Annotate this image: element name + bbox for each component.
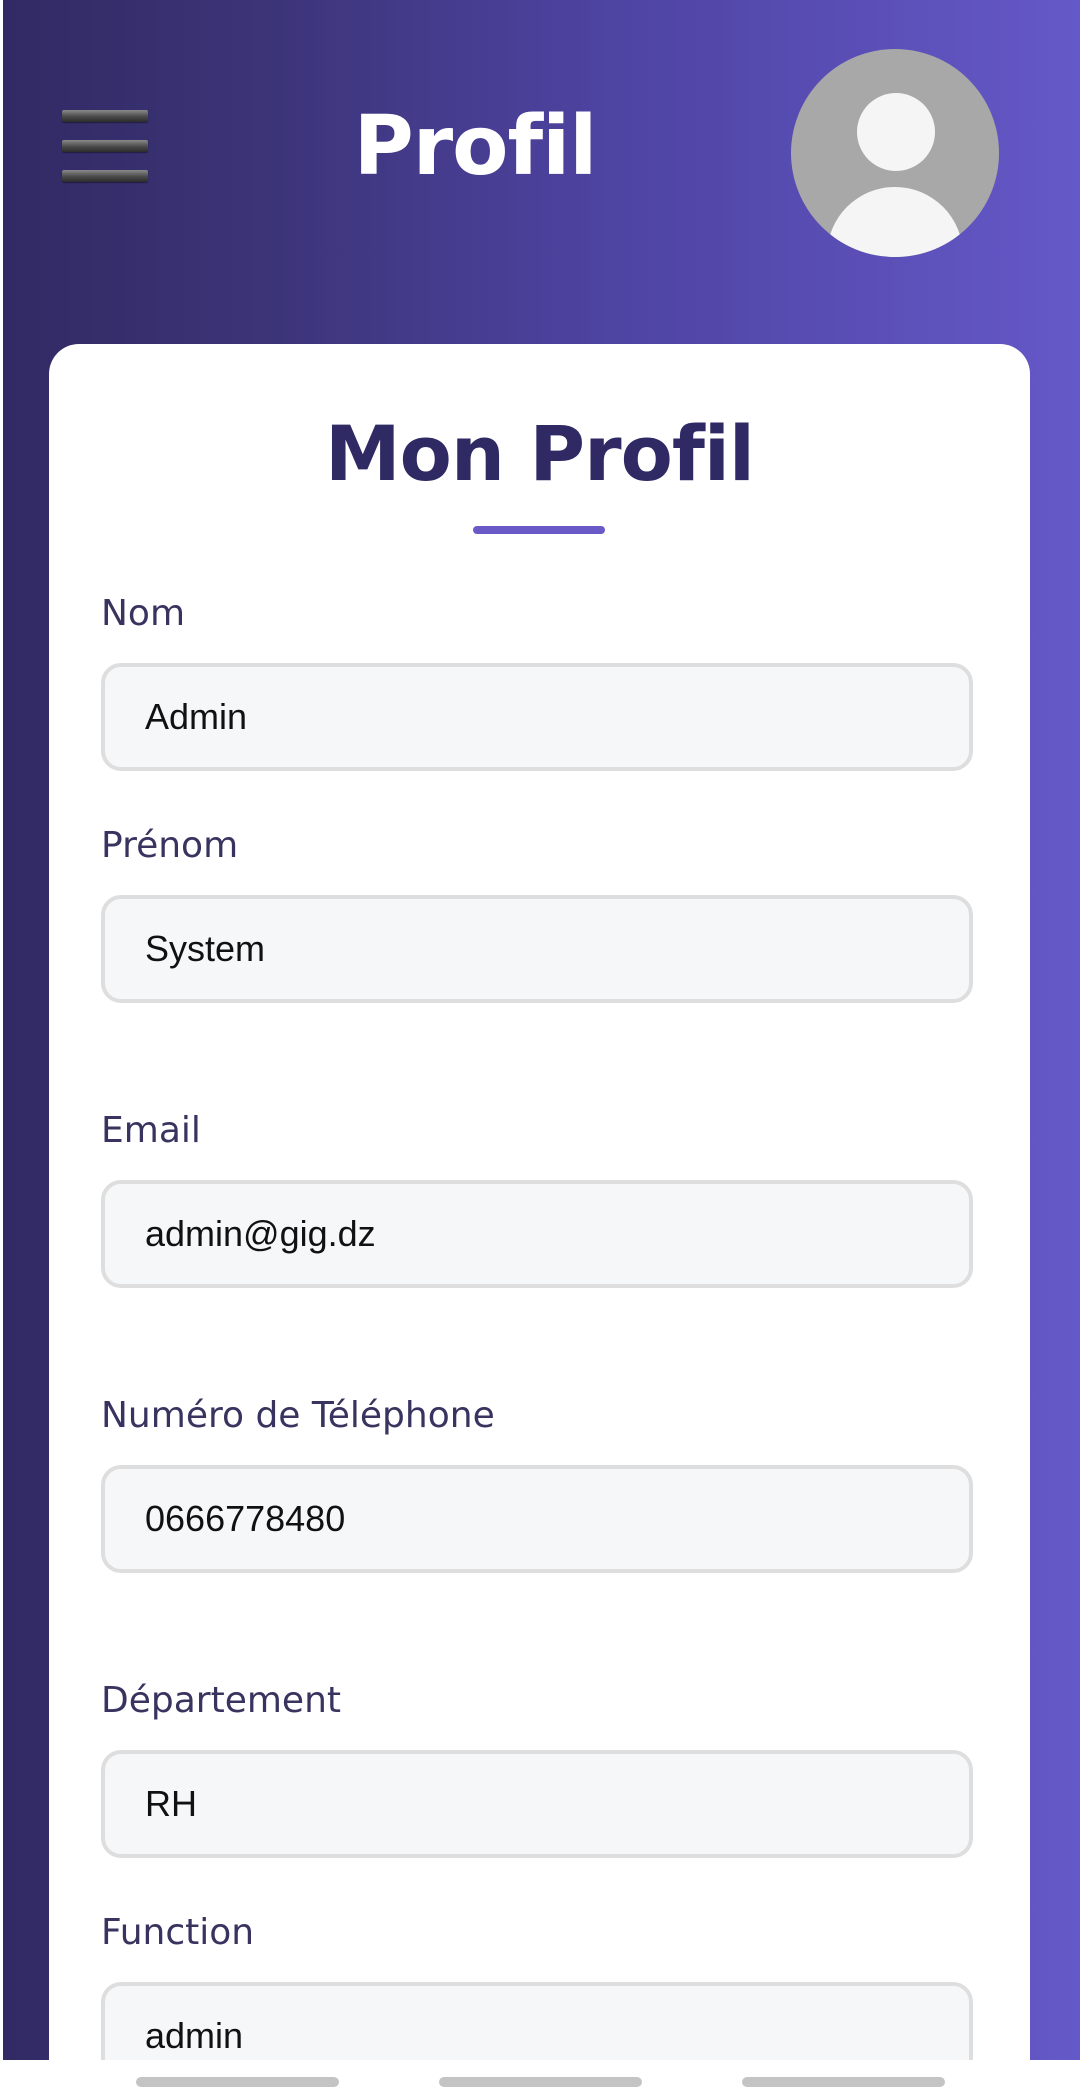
screen-edge — [0, 0, 3, 2060]
phone-field[interactable]: 0666778480 — [101, 1465, 973, 1573]
profile-screen: Profil Mon Profil Nom Admin Prénom Syste… — [0, 0, 1080, 2099]
function-label: Function — [101, 1912, 255, 1953]
departement-field[interactable]: RH — [101, 1750, 973, 1858]
avatar-body — [827, 187, 963, 257]
prenom-label: Prénom — [101, 825, 239, 866]
nom-field[interactable]: Admin — [101, 663, 973, 771]
page-title: Profil — [353, 99, 598, 194]
card-title: Mon Profil — [325, 409, 755, 498]
profile-card: Mon Profil Nom Admin Prénom System Email… — [49, 344, 1030, 2090]
hamburger-menu-icon[interactable] — [62, 110, 148, 182]
email-label: Email — [101, 1110, 201, 1151]
menu-line — [62, 170, 148, 182]
nav-pill-right[interactable] — [742, 2077, 945, 2087]
bottom-navigation-bar — [0, 2060, 1080, 2099]
nom-label: Nom — [101, 593, 186, 634]
email-field[interactable]: admin@gig.dz — [101, 1180, 973, 1288]
departement-label: Département — [101, 1680, 341, 1721]
nav-pill-center[interactable] — [439, 2077, 642, 2087]
nav-pill-left[interactable] — [136, 2077, 339, 2087]
phone-label: Numéro de Téléphone — [101, 1395, 495, 1436]
user-avatar-icon[interactable] — [791, 49, 999, 257]
menu-line — [62, 110, 148, 122]
prenom-field[interactable]: System — [101, 895, 973, 1003]
avatar-head — [857, 93, 935, 171]
menu-line — [62, 140, 148, 152]
title-underline — [473, 526, 605, 534]
